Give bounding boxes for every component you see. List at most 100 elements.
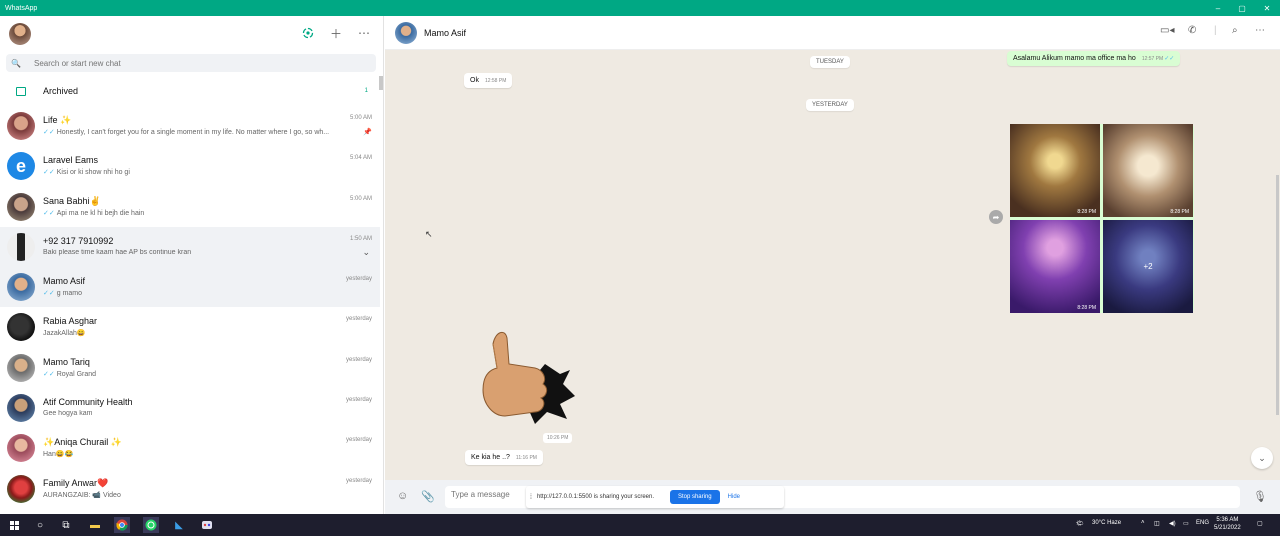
- close-window-button[interactable]: ✕: [1255, 0, 1279, 16]
- clock-date: 5/21/2022: [1214, 525, 1241, 531]
- message-area: Asalamu Alikum mamo ma office ma ho 12:57…: [385, 50, 1280, 480]
- archived-count: 1: [364, 88, 368, 94]
- chat-name: Family Anwar❤️: [43, 477, 109, 488]
- message-composer: ☺ 📎 ⁞ http://127.0.0.1:5500 is sharing y…: [385, 480, 1280, 514]
- emoji-icon[interactable]: ☺: [397, 490, 408, 502]
- chat-last-message: Api ma ne kl hi bejh die hain: [56, 209, 145, 217]
- app-title: WhatsApp: [5, 4, 38, 12]
- chat-item[interactable]: +92 317 7910992 1:50 AM Baki please time…: [0, 226, 380, 268]
- chat-item[interactable]: Family Anwar❤️ yesterday AURANGZAIB: 📹 V…: [0, 469, 380, 509]
- chat-time: 5:00 AM: [349, 115, 372, 121]
- chat-time: yesterday: [345, 356, 372, 363]
- voice-call-icon[interactable]: ✆: [1188, 25, 1196, 36]
- archive-icon: [16, 86, 26, 96]
- chrome-icon[interactable]: [114, 517, 130, 533]
- new-chat-icon[interactable]: ＋: [328, 25, 344, 41]
- profile-avatar[interactable]: [9, 23, 31, 45]
- drag-handle-icon[interactable]: ⁞: [530, 494, 532, 501]
- day-separator: YESTERDAY: [806, 99, 854, 111]
- photo-thumbnail[interactable]: +2: [1103, 220, 1193, 313]
- screen-share-bar: ⁞ http://127.0.0.1:5500 is sharing your …: [526, 486, 784, 508]
- chat-last-message: Kisi or ki show nhi ho gi: [56, 169, 130, 177]
- message-input[interactable]: [451, 490, 521, 499]
- chat-time: 5:00 AM: [349, 195, 372, 202]
- minimize-button[interactable]: –: [1206, 0, 1230, 16]
- chat-time: 1:50 AM: [349, 235, 372, 242]
- forward-icon[interactable]: ➦: [989, 210, 1003, 224]
- photo-thumbnail[interactable]: 8:28 PM: [1103, 124, 1193, 217]
- chat-item[interactable]: Sana Babhi✌ 5:00 AM ✓✓ Api ma ne kl hi be…: [0, 187, 380, 227]
- sticker-time: 10:26 PM: [543, 433, 573, 443]
- thumbs-up-sticker[interactable]: [475, 324, 580, 434]
- start-icon[interactable]: [6, 517, 22, 533]
- video-call-icon[interactable]: ▭◂: [1160, 25, 1174, 36]
- windows-taskbar: ○ ⧉ ▬ ◣ 🌤 30°C Haze ˄ ◫ ◀) ▭ ENG 5:36 AM…: [0, 514, 1280, 536]
- chat-time: yesterday: [345, 437, 372, 444]
- search-taskbar-icon[interactable]: ○: [32, 517, 48, 533]
- contact-avatar[interactable]: [395, 22, 417, 44]
- archived-label: Archived: [43, 86, 79, 96]
- chat-avatar: [7, 112, 35, 140]
- language-indicator[interactable]: ENG: [1196, 520, 1209, 526]
- chat-name: Sana Babhi✌: [43, 195, 101, 206]
- status-icon[interactable]: [300, 25, 316, 41]
- search-input[interactable]: [34, 58, 334, 68]
- outgoing-message[interactable]: Asalamu Alikum mamo ma office ma ho 12:57…: [1007, 51, 1181, 66]
- chat-item[interactable]: Rabia Asghar yesterday JazakAllah😄: [0, 307, 380, 347]
- message-text: Asalamu Alikum mamo ma office ma ho: [1013, 55, 1136, 62]
- network-icon[interactable]: ◫: [1154, 520, 1160, 527]
- more-photos-count: +2: [1143, 262, 1153, 271]
- chat-scrollbar[interactable]: [1276, 175, 1279, 415]
- search-messages-icon[interactable]: ⌕: [1232, 25, 1238, 36]
- chat-avatar: [7, 394, 35, 423]
- whatsapp-taskbar-icon[interactable]: [143, 517, 159, 533]
- day-separator: TUESDAY: [810, 56, 850, 68]
- chat-item[interactable]: ✨Aniqa Churail ✨ yesterday Han😄😂: [0, 428, 380, 468]
- chat-item[interactable]: Life ✨ 5:00 AM ✓✓ Honestly, I can't forge…: [0, 106, 380, 146]
- chat-menu-icon[interactable]: ⋯: [1255, 25, 1265, 36]
- weather-text[interactable]: 30°C Haze: [1092, 520, 1121, 526]
- chat-item[interactable]: Mamo Asif yesterday ✓✓ g mamo: [0, 267, 380, 308]
- photo-time: 8:28 PM: [1077, 305, 1096, 311]
- microphone-icon[interactable]: 🎙: [1253, 490, 1267, 503]
- read-receipt-icon: ✓✓: [1164, 56, 1175, 62]
- chevron-down-icon[interactable]: ⌄: [362, 247, 370, 258]
- weather-icon[interactable]: 🌤: [1076, 520, 1084, 527]
- chat-last-message: Han😄😂: [43, 451, 74, 459]
- chat-item[interactable]: Mamo Tariq yesterday ✓✓ Royal Grand: [0, 348, 380, 388]
- archived-row[interactable]: Archived 1: [0, 80, 383, 102]
- chat-time: yesterday: [345, 397, 372, 404]
- chat-name: Mamo Tariq: [43, 356, 90, 367]
- more-options-icon[interactable]: ⋯: [356, 25, 372, 41]
- maximize-button[interactable]: ▢: [1230, 0, 1254, 16]
- chat-name: ✨Aniqa Churail ✨: [43, 437, 122, 448]
- chat-item[interactable]: e Laravel Eams 5:04 AM ✓✓ Kisi or ki show…: [0, 146, 380, 186]
- taskbar-clock[interactable]: 5:36 AM 5/21/2022: [1214, 516, 1241, 532]
- message-time: 12:58 PM: [484, 78, 507, 84]
- notification-icon[interactable]: ▢: [1257, 520, 1263, 527]
- volume-icon[interactable]: ◀): [1169, 520, 1176, 527]
- chat-name: Rabia Asghar: [43, 316, 98, 327]
- stop-sharing-button[interactable]: Stop sharing: [669, 490, 720, 504]
- hide-link[interactable]: Hide: [728, 494, 740, 500]
- vscode-icon[interactable]: ◣: [171, 517, 187, 533]
- chat-item[interactable]: Atif Community Health yesterday Gee hogy…: [0, 388, 380, 428]
- conversation-header: Mamo Asif ▭◂ ✆ | ⌕ ⋯: [385, 16, 1280, 50]
- read-receipt-icon: ✓✓: [43, 169, 55, 177]
- scroll-down-button[interactable]: ⌄: [1251, 447, 1273, 469]
- incoming-message[interactable]: Ok 12:58 PM: [464, 73, 513, 88]
- photo-thumbnail[interactable]: 8:28 PM: [1010, 124, 1100, 217]
- incoming-message[interactable]: Ke kia he ..? 11:16 PM: [465, 450, 543, 465]
- file-explorer-icon[interactable]: ▬: [87, 517, 103, 533]
- message-time: 11:16 PM: [515, 455, 537, 461]
- chat-last-message: AURANGZAIB: 📹 Video: [43, 491, 121, 499]
- read-receipt-icon: ✓✓: [43, 129, 55, 136]
- tray-chevron-icon[interactable]: ˄: [1141, 520, 1145, 526]
- task-view-icon[interactable]: ⧉: [58, 517, 74, 533]
- app-taskbar-icon[interactable]: [199, 517, 215, 533]
- photo-thumbnail[interactable]: 8:28 PM: [1010, 220, 1100, 313]
- search-bar[interactable]: 🔍: [6, 54, 376, 72]
- battery-icon[interactable]: ▭: [1183, 520, 1189, 527]
- attach-icon[interactable]: 📎: [421, 490, 435, 503]
- contact-name[interactable]: Mamo Asif: [424, 28, 466, 38]
